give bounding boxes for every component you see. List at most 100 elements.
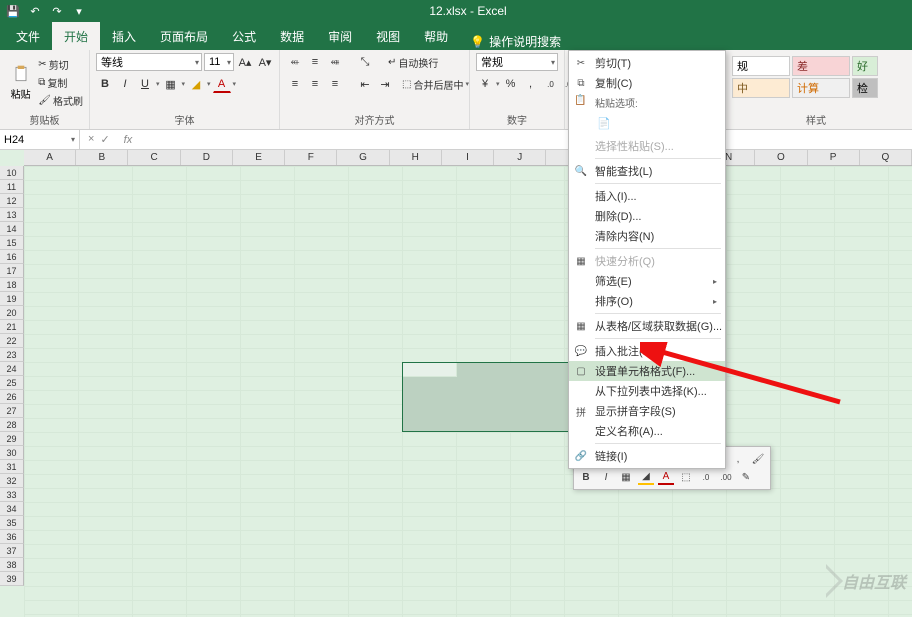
row-header[interactable]: 25 — [0, 376, 24, 390]
enter-formula-icon[interactable]: ✓ — [100, 133, 109, 146]
mini-italic-icon[interactable]: I — [598, 469, 614, 485]
column-header[interactable]: F — [285, 150, 337, 165]
cm-insert[interactable]: 插入(I)... — [569, 186, 725, 206]
mini-merge-icon[interactable]: ⬚ — [678, 469, 694, 485]
name-box[interactable]: H24 — [0, 130, 80, 150]
row-header[interactable]: 28 — [0, 418, 24, 432]
style-bad[interactable]: 差 — [792, 56, 850, 76]
row-header[interactable]: 27 — [0, 404, 24, 418]
mini-fill-icon[interactable]: ◢ — [638, 469, 654, 485]
italic-button[interactable]: I — [116, 75, 134, 93]
row-header[interactable]: 14 — [0, 222, 24, 236]
row-header[interactable]: 34 — [0, 502, 24, 516]
align-right-icon[interactable]: ≡ — [326, 75, 344, 93]
column-header[interactable]: A — [24, 150, 76, 165]
cm-clear[interactable]: 清除内容(N) — [569, 226, 725, 246]
style-calc[interactable]: 计算 — [792, 78, 850, 98]
style-neutral[interactable]: 中 — [732, 78, 790, 98]
cm-get-data[interactable]: ▦从表格/区域获取数据(G)... — [569, 316, 725, 336]
cut-button[interactable]: ✂剪切 — [38, 56, 83, 72]
row-header[interactable]: 13 — [0, 208, 24, 222]
merge-center-button[interactable]: ⬚合并后居中 ▾ — [402, 76, 469, 92]
row-header[interactable]: 16 — [0, 250, 24, 264]
number-format-combo[interactable]: 常规 — [476, 53, 558, 71]
tab-file[interactable]: 文件 — [4, 22, 52, 50]
border-button[interactable]: ▦ — [162, 75, 180, 93]
mini-dec-dec-icon[interactable]: .00 — [718, 469, 734, 485]
indent-increase-icon[interactable]: ⇥ — [376, 75, 394, 93]
cm-sort[interactable]: 排序(O)▸ — [569, 291, 725, 311]
cm-link[interactable]: 🔗链接(I) — [569, 446, 725, 466]
percent-icon[interactable]: % — [502, 75, 520, 93]
column-header[interactable]: J — [494, 150, 546, 165]
row-header[interactable]: 32 — [0, 474, 24, 488]
orientation-icon[interactable]: ⤡ — [356, 53, 374, 71]
cm-pinyin[interactable]: 拼显示拼音字段(S) — [569, 401, 725, 421]
row-header[interactable]: 20 — [0, 306, 24, 320]
tab-formulas[interactable]: 公式 — [220, 22, 268, 50]
cm-format-cells[interactable]: ▢设置单元格格式(F)... — [569, 361, 725, 381]
column-header[interactable]: I — [442, 150, 494, 165]
row-header[interactable]: 36 — [0, 530, 24, 544]
qat-customize-icon[interactable]: ▾ — [70, 2, 88, 20]
redo-icon[interactable]: ↷ — [48, 2, 66, 20]
cm-delete[interactable]: 删除(D)... — [569, 206, 725, 226]
align-center-icon[interactable]: ≡ — [306, 75, 324, 93]
decimal-inc-icon[interactable]: .0 — [542, 75, 560, 93]
align-bottom-icon[interactable]: ⬵ — [326, 53, 344, 71]
format-painter-button[interactable]: 🖌格式刷 — [38, 92, 83, 108]
cm-copy[interactable]: ⧉复制(C) — [569, 73, 725, 93]
column-header[interactable]: Q — [860, 150, 912, 165]
row-header[interactable]: 22 — [0, 334, 24, 348]
tab-help[interactable]: 帮助 — [412, 22, 460, 50]
comma-icon[interactable]: , — [522, 75, 540, 93]
row-header[interactable]: 17 — [0, 264, 24, 278]
row-header[interactable]: 19 — [0, 292, 24, 306]
mini-comma-icon[interactable]: , — [730, 451, 746, 467]
tab-layout[interactable]: 页面布局 — [148, 22, 220, 50]
wrap-text-button[interactable]: ↵自动换行 — [388, 54, 438, 70]
tab-data[interactable]: 数据 — [268, 22, 316, 50]
row-header[interactable]: 37 — [0, 544, 24, 558]
paste-default-icon[interactable]: 📄 — [595, 114, 613, 132]
row-header[interactable]: 26 — [0, 390, 24, 404]
align-middle-icon[interactable]: ≡ — [306, 53, 324, 71]
cancel-formula-icon[interactable]: × — [88, 133, 94, 146]
font-color-button[interactable]: A — [213, 75, 231, 93]
row-header[interactable]: 10 — [0, 166, 24, 180]
bold-button[interactable]: B — [96, 75, 114, 93]
row-header[interactable]: 11 — [0, 180, 24, 194]
indent-decrease-icon[interactable]: ⇤ — [356, 75, 374, 93]
column-header[interactable]: C — [128, 150, 180, 165]
tab-home[interactable]: 开始 — [52, 22, 100, 50]
fill-color-button[interactable]: ◢ — [187, 75, 205, 93]
column-header[interactable]: O — [755, 150, 807, 165]
row-header[interactable]: 31 — [0, 460, 24, 474]
row-header[interactable]: 21 — [0, 320, 24, 334]
mini-format-icon[interactable]: ✎ — [738, 469, 754, 485]
column-header[interactable]: G — [337, 150, 389, 165]
column-header[interactable]: P — [808, 150, 860, 165]
formula-bar[interactable] — [132, 130, 912, 149]
mini-bold-icon[interactable]: B — [578, 469, 594, 485]
row-header[interactable]: 23 — [0, 348, 24, 362]
row-header[interactable]: 29 — [0, 432, 24, 446]
cm-define-name[interactable]: 定义名称(A)... — [569, 421, 725, 441]
mini-fontcolor-icon[interactable]: A — [658, 469, 674, 485]
column-header[interactable]: E — [233, 150, 285, 165]
mini-dec-inc-icon[interactable]: .0 — [698, 469, 714, 485]
undo-icon[interactable]: ↶ — [26, 2, 44, 20]
row-header[interactable]: 35 — [0, 516, 24, 530]
cm-insert-comment[interactable]: 💬插入批注(M) — [569, 341, 725, 361]
tab-view[interactable]: 视图 — [364, 22, 412, 50]
style-normal[interactable]: 规 — [732, 56, 790, 76]
decrease-font-icon[interactable]: A▾ — [256, 53, 274, 71]
row-header[interactable]: 24 — [0, 362, 24, 376]
currency-icon[interactable]: ¥ — [476, 75, 494, 93]
column-header[interactable]: B — [76, 150, 128, 165]
increase-font-icon[interactable]: A▴ — [236, 53, 254, 71]
cm-cut[interactable]: ✂剪切(T) — [569, 53, 725, 73]
paste-button[interactable]: 粘贴 — [6, 57, 35, 107]
save-icon[interactable]: 💾 — [4, 2, 22, 20]
tab-insert[interactable]: 插入 — [100, 22, 148, 50]
